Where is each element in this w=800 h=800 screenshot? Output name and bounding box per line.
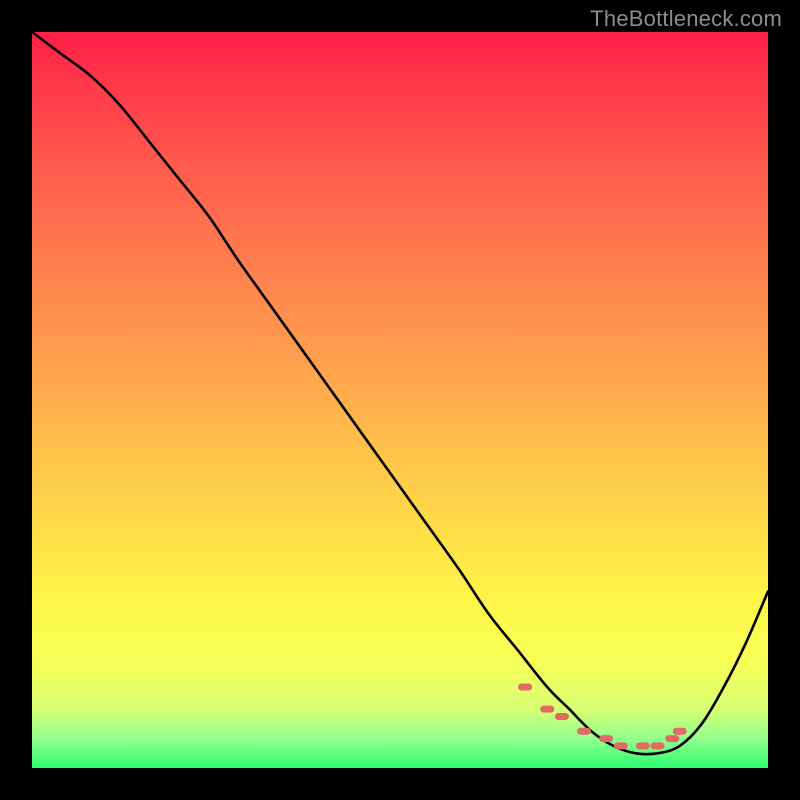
optimal-dot [599,735,613,742]
optimal-zone-dots [518,684,687,750]
optimal-dot [673,728,687,735]
optimal-dot [540,706,554,713]
optimal-dot [614,742,628,749]
optimal-dot [651,742,665,749]
watermark-text: TheBottleneck.com [590,6,782,32]
optimal-dot [665,735,679,742]
chart-plot-area [32,32,768,768]
optimal-dot [577,728,591,735]
optimal-dot [518,684,532,691]
bottleneck-curve [32,32,768,754]
chart-frame: TheBottleneck.com [0,0,800,800]
optimal-dot [555,713,569,720]
chart-svg [32,32,768,768]
optimal-dot [636,742,650,749]
